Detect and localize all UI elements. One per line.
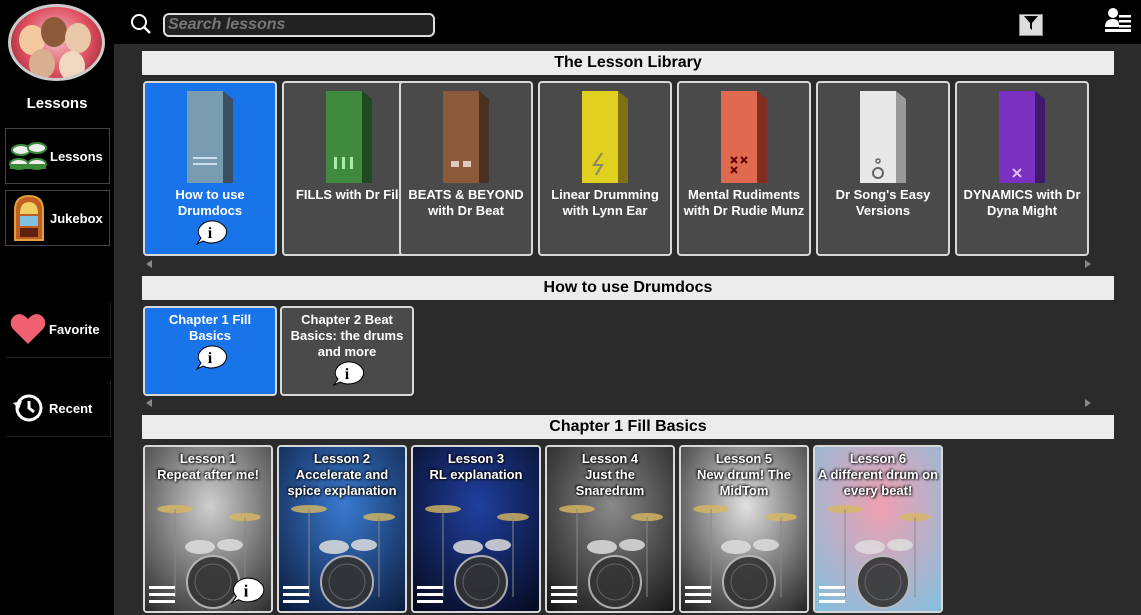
svg-text:i: i [345,366,350,383]
book-dynamics[interactable]: DYNAMICS with Dr Dyna Might [955,81,1089,256]
sidebar: Lessons Lessons Jukebox Favorite Recent [0,0,114,615]
book-icon [860,91,906,183]
book-icon [721,91,767,183]
lesson-menu-icon[interactable] [283,586,309,607]
search-input[interactable] [163,13,435,37]
lesson-subtitle: A different drum on every beat! [817,467,939,498]
main-content: The Lesson Library How to use Drumdocs i… [114,44,1141,615]
sidebar-lessons-label: Lessons [50,148,103,164]
book-icon [326,91,372,183]
book-label: Linear Drumming with Lynn Ear [551,187,659,218]
history-icon [7,383,49,433]
lesson-tile-6[interactable]: Lesson 6A different drum on every beat! [813,445,943,613]
chapter-1-tile[interactable]: Chapter 1 Fill Basics i [143,306,277,396]
book-linear[interactable]: Linear Drumming with Lynn Ear [538,81,672,256]
lesson-subtitle: Just the Snaredrum [575,467,645,498]
drumdocs-logo[interactable] [8,4,105,81]
lesson-text: Lesson 2 Accelerate and spice explanation [279,451,405,499]
book-beats[interactable]: BEATS & BEYOND with Dr Beat [399,81,533,256]
book-rudiments[interactable]: Mental Rudiments with Dr Rudie Munz [677,81,811,256]
book-icon [582,91,628,183]
lesson-title: Lesson 4 [581,451,639,466]
book-easy-versions[interactable]: Dr Song's Easy Versions [816,81,950,256]
info-icon[interactable]: i [193,219,228,249]
drums-icon [8,131,50,181]
info-icon[interactable]: i [227,576,265,609]
svg-text:i: i [244,581,249,600]
sidebar-favorite-label: Favorite [49,321,100,337]
info-icon[interactable]: i [330,360,365,391]
lesson-menu-icon[interactable] [685,586,711,607]
lesson-tile-5[interactable]: Lesson 5 New drum! The MidTom [679,445,809,613]
info-icon[interactable]: i [193,344,228,375]
lesson-subtitle: RL explanation [429,467,523,482]
book-label: Mental Rudiments with Dr Rudie Munz [683,187,805,218]
lesson-menu-icon[interactable] [551,586,577,607]
book-label: How to use Drumdocs i [145,187,275,249]
chapters-scroll-left[interactable] [146,399,152,407]
sidebar-lessons-button[interactable]: Lessons [5,128,110,184]
lesson-tile-1[interactable]: Lesson 1 Repeat after me! i [143,445,273,613]
book-icon [443,91,489,183]
chapters-scroll-right[interactable] [1085,399,1091,407]
chapter-label: Chapter 1 Fill Basics [168,312,252,343]
lesson-title: Lesson 2 [313,451,371,466]
lesson-tile-3[interactable]: Lesson 3 RL explanation [411,445,541,613]
lesson-tile-4[interactable]: Lesson 4 Just the Snaredrum [545,445,675,613]
lesson-subtitle: Repeat after me! [157,467,259,482]
heart-icon [7,304,49,354]
jukebox-icon [8,193,50,243]
lesson-menu-icon[interactable] [819,586,845,607]
book-fills[interactable]: FILLS with Dr Fill [282,81,416,256]
book-how-to-use[interactable]: How to use Drumdocs i [143,81,277,256]
sidebar-recent-button[interactable]: Recent [5,380,110,436]
chapter1-section-title: Chapter 1 Fill Basics [142,415,1114,439]
lesson-title: Lesson 6 [849,451,907,466]
filter-button[interactable] [1019,14,1043,36]
lesson-text: Lesson 5 New drum! The MidTom [681,451,807,499]
user-list-icon [1105,8,1131,37]
svg-text:i: i [208,225,213,242]
top-bar [114,0,1141,44]
chapter-label: Chapter 2 Beat Basics: the drums and mor… [290,312,404,359]
sidebar-recent-label: Recent [49,400,93,416]
book-icon [999,91,1045,183]
sidebar-favorite-button[interactable]: Favorite [5,301,110,357]
lesson-title: Lesson 5 [715,451,773,466]
lesson-menu-icon[interactable] [417,586,443,607]
filter-icon [1023,15,1039,36]
sidebar-jukebox-button[interactable]: Jukebox [5,190,110,246]
lesson-text: Lesson 6A different drum on every beat! [815,451,941,499]
book-label: DYNAMICS with Dr Dyna Might [963,187,1081,218]
lesson-tile-2[interactable]: Lesson 2 Accelerate and spice explanation [277,445,407,613]
svg-text:i: i [208,350,213,367]
book-label: Dr Song's Easy Versions [835,187,931,218]
library-section-title: The Lesson Library [142,51,1114,75]
lesson-subtitle: New drum! The MidTom [697,467,791,498]
lesson-menu-icon[interactable] [149,586,175,607]
lesson-subtitle: Accelerate and spice explanation [287,467,397,498]
lesson-title: Lesson 3 [447,451,505,466]
book-label: FILLS with Dr Fill [295,187,403,202]
library-scroll-left[interactable] [146,260,152,268]
chapter-2-tile[interactable]: Chapter 2 Beat Basics: the drums and mor… [280,306,414,396]
sidebar-title: Lessons [26,95,88,112]
book-icon [187,91,233,183]
lesson-title: Lesson 1 [179,451,237,466]
lesson-text: Lesson 3 RL explanation [413,451,539,483]
lesson-text: Lesson 4 Just the Snaredrum [547,451,673,499]
search-icon[interactable] [130,13,152,40]
sidebar-jukebox-label: Jukebox [50,210,103,226]
library-scroll-right[interactable] [1085,260,1091,268]
howto-section-title: How to use Drumdocs [142,276,1114,300]
profile-button[interactable] [1105,7,1131,33]
lesson-text: Lesson 1 Repeat after me! [145,451,271,483]
book-label: BEATS & BEYOND with Dr Beat [408,187,524,218]
